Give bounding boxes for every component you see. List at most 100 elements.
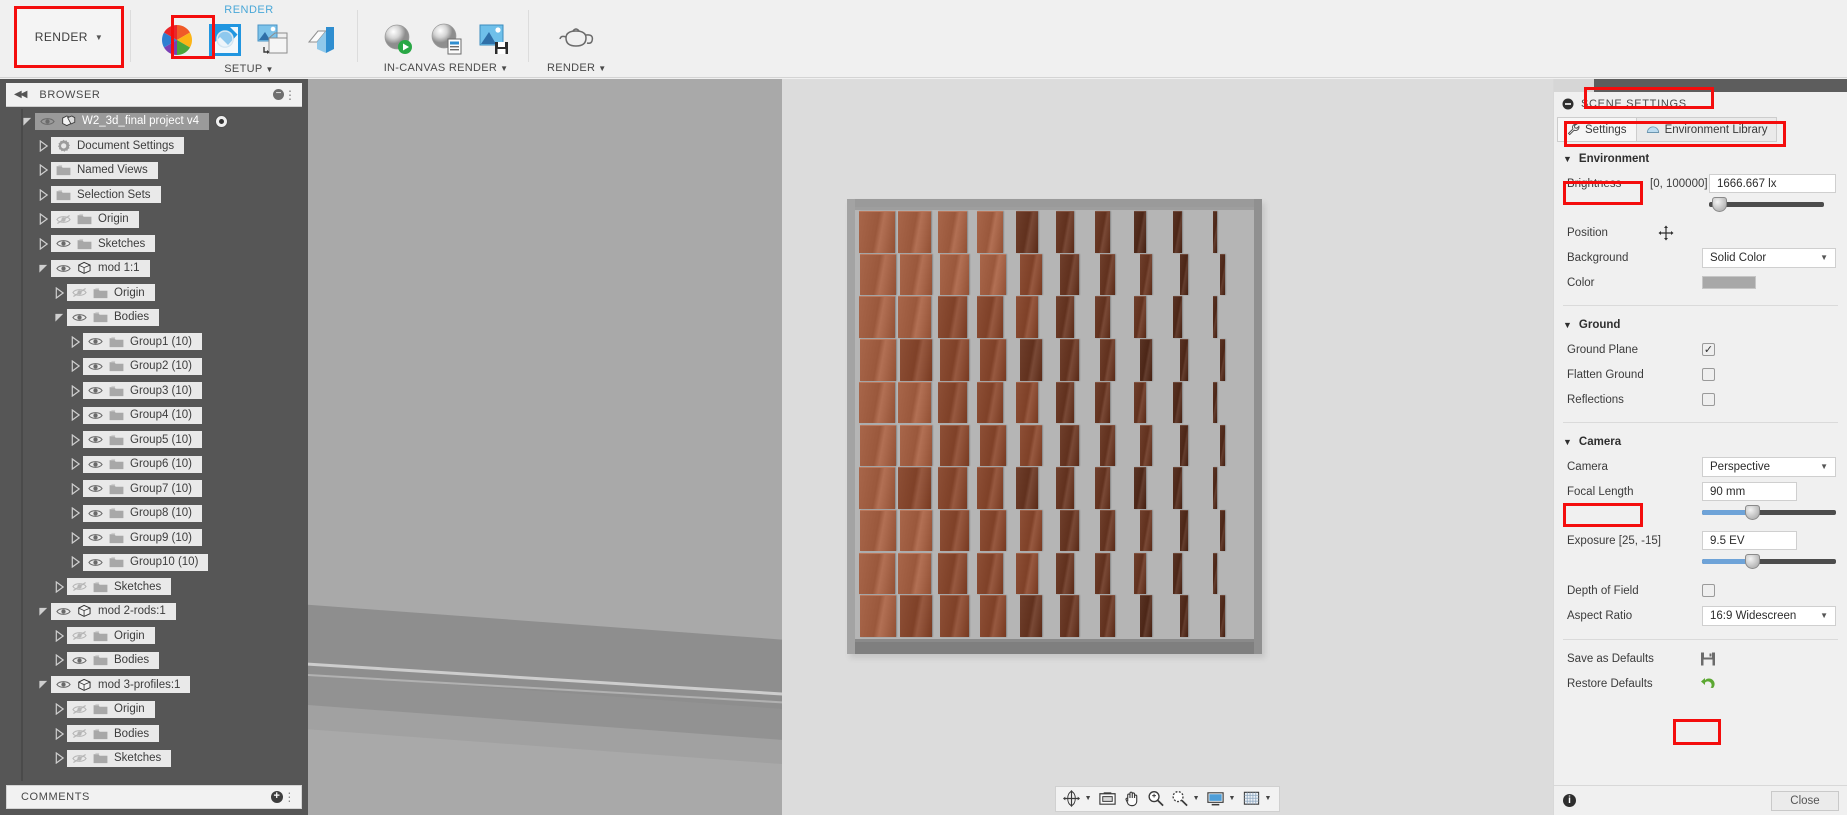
tree-row[interactable]: Origin bbox=[0, 207, 308, 232]
look-at-button[interactable] bbox=[1097, 788, 1119, 810]
tree-row[interactable]: Group2 (10) bbox=[0, 354, 308, 379]
tree-item[interactable]: Group1 (10) bbox=[83, 333, 203, 351]
flatten-ground-checkbox[interactable] bbox=[1702, 368, 1715, 381]
brightness-input[interactable]: 1666.667 lx bbox=[1709, 174, 1836, 193]
tree-row[interactable]: Group4 (10) bbox=[0, 403, 308, 428]
visibility-toggle-hidden[interactable] bbox=[56, 213, 71, 225]
comments-grip[interactable]: ⋮ bbox=[283, 790, 296, 804]
visibility-toggle-visible[interactable] bbox=[88, 409, 103, 421]
activate-component-radio[interactable] bbox=[214, 114, 228, 128]
louvre-column[interactable] bbox=[937, 211, 976, 638]
chevron-down-icon[interactable]: ▼ bbox=[1264, 795, 1271, 802]
tree-row[interactable]: Origin bbox=[0, 281, 308, 306]
exposure-slider-handle[interactable] bbox=[1745, 554, 1760, 569]
tree-item[interactable]: Sketches bbox=[67, 578, 172, 596]
render-button[interactable] bbox=[555, 17, 599, 61]
expand-toggle-open[interactable] bbox=[52, 305, 67, 329]
visibility-toggle-visible[interactable] bbox=[56, 679, 71, 691]
tree-item[interactable]: Selection Sets bbox=[51, 186, 161, 204]
texture-map-controls-button[interactable] bbox=[251, 18, 295, 62]
expand-toggle-closed[interactable] bbox=[36, 134, 51, 158]
in-canvas-render-button[interactable] bbox=[376, 17, 420, 61]
plus-circle-icon[interactable]: + bbox=[271, 791, 283, 803]
capture-image-button[interactable] bbox=[472, 17, 516, 61]
tree-row[interactable]: Group8 (10) bbox=[0, 501, 308, 526]
section-camera-header[interactable]: ▼ Camera bbox=[1554, 429, 1847, 454]
tree-item[interactable]: Bodies bbox=[67, 308, 160, 326]
orbit-button[interactable] bbox=[1061, 788, 1083, 810]
expand-toggle-closed[interactable] bbox=[68, 403, 83, 427]
expand-toggle-closed[interactable] bbox=[68, 330, 83, 354]
expand-toggle-closed[interactable] bbox=[68, 550, 83, 574]
depth-of-field-checkbox[interactable] bbox=[1702, 584, 1715, 597]
undo-arrow-icon[interactable] bbox=[1700, 676, 1716, 692]
chevron-double-left-icon[interactable]: ◀◀ bbox=[14, 89, 27, 100]
visibility-toggle-visible[interactable] bbox=[88, 458, 103, 470]
tree-item[interactable]: mod 2-rods:1 bbox=[51, 602, 176, 620]
expand-toggle-closed[interactable] bbox=[52, 624, 67, 648]
focal-length-input[interactable]: 90 mm bbox=[1702, 482, 1797, 501]
section-environment-header[interactable]: ▼ Environment bbox=[1554, 146, 1847, 171]
tree-item[interactable]: Named Views bbox=[51, 161, 158, 179]
tree-row[interactable]: Group10 (10) bbox=[0, 550, 308, 575]
louvre-column[interactable] bbox=[898, 211, 936, 638]
chevron-down-icon[interactable]: ▼ bbox=[1229, 795, 1236, 802]
exposure-input[interactable]: 9.5 EV bbox=[1702, 531, 1797, 550]
tree-item[interactable]: Origin bbox=[67, 627, 155, 645]
visibility-toggle-visible[interactable] bbox=[72, 654, 87, 666]
ground-plane-checkbox[interactable]: ✓ bbox=[1702, 343, 1715, 356]
expand-toggle-closed[interactable] bbox=[68, 379, 83, 403]
toolbar-group-render-label[interactable]: RENDER ▼ bbox=[547, 62, 606, 74]
section-ground-header[interactable]: ▼ Ground bbox=[1554, 312, 1847, 337]
louvre-column[interactable] bbox=[1055, 211, 1094, 638]
expand-toggle-closed[interactable] bbox=[36, 207, 51, 231]
visibility-toggle-visible[interactable] bbox=[40, 115, 55, 127]
expand-toggle-closed[interactable] bbox=[68, 477, 83, 501]
tree-row[interactable]: Group6 (10) bbox=[0, 452, 308, 477]
toolbar-group-in-canvas-render-label[interactable]: IN-CANVAS RENDER ▼ bbox=[384, 62, 509, 74]
browser-grip[interactable]: ⋮ bbox=[284, 88, 296, 102]
tree-row[interactable]: W2_3d_final project v4 bbox=[0, 109, 308, 134]
close-button[interactable]: Close bbox=[1771, 790, 1839, 811]
visibility-toggle-hidden[interactable] bbox=[72, 630, 87, 642]
expand-toggle-closed[interactable] bbox=[68, 354, 83, 378]
tree-item[interactable]: mod 1:1 bbox=[51, 259, 150, 277]
expand-toggle-closed[interactable] bbox=[52, 722, 67, 746]
expand-toggle-open[interactable] bbox=[20, 109, 35, 133]
tree-row[interactable]: mod 2-rods:1 bbox=[0, 599, 308, 624]
scene-settings-button[interactable] bbox=[203, 18, 247, 62]
fit-zoom-window-button[interactable] bbox=[1169, 788, 1191, 810]
tree-row[interactable]: Selection Sets bbox=[0, 183, 308, 208]
tree-row[interactable]: Origin bbox=[0, 697, 308, 722]
move-arrows-icon[interactable] bbox=[1658, 225, 1674, 241]
tree-row[interactable]: Group7 (10) bbox=[0, 477, 308, 502]
collapse-icon[interactable] bbox=[1562, 98, 1574, 110]
toolbar-group-setup-label[interactable]: SETUP ▼ bbox=[224, 63, 273, 75]
grid-snaps-button[interactable] bbox=[1240, 788, 1262, 810]
visibility-toggle-hidden[interactable] bbox=[72, 728, 87, 740]
louvre-column[interactable] bbox=[976, 211, 1015, 638]
visibility-toggle-hidden[interactable] bbox=[72, 581, 87, 593]
visibility-toggle-visible[interactable] bbox=[88, 507, 103, 519]
focal-length-slider-handle[interactable] bbox=[1745, 505, 1760, 520]
pan-hand-button[interactable] bbox=[1121, 788, 1143, 810]
expand-toggle-open[interactable] bbox=[36, 256, 51, 280]
workspace-switcher-render[interactable]: RENDER ▼ bbox=[14, 6, 124, 68]
tree-row[interactable]: Group3 (10) bbox=[0, 379, 308, 404]
tree-item[interactable]: Group7 (10) bbox=[83, 480, 203, 498]
tree-item[interactable]: Origin bbox=[67, 284, 155, 302]
tree-row[interactable]: Sketches bbox=[0, 232, 308, 257]
expand-toggle-closed[interactable] bbox=[52, 746, 67, 770]
display-settings-button[interactable] bbox=[1205, 788, 1227, 810]
zoom-button[interactable] bbox=[1145, 788, 1167, 810]
expand-toggle-closed[interactable] bbox=[68, 526, 83, 550]
tree-item[interactable]: Group6 (10) bbox=[83, 455, 203, 473]
louvre-column[interactable] bbox=[859, 211, 897, 638]
tree-item[interactable]: Origin bbox=[51, 210, 139, 228]
tree-row[interactable]: Bodies bbox=[0, 722, 308, 747]
louvre-column[interactable] bbox=[1173, 211, 1211, 638]
visibility-toggle-hidden[interactable] bbox=[72, 752, 87, 764]
tree-item[interactable]: Bodies bbox=[67, 725, 160, 743]
tree-item[interactable]: Bodies bbox=[67, 651, 160, 669]
tree-item[interactable]: Group3 (10) bbox=[83, 382, 203, 400]
